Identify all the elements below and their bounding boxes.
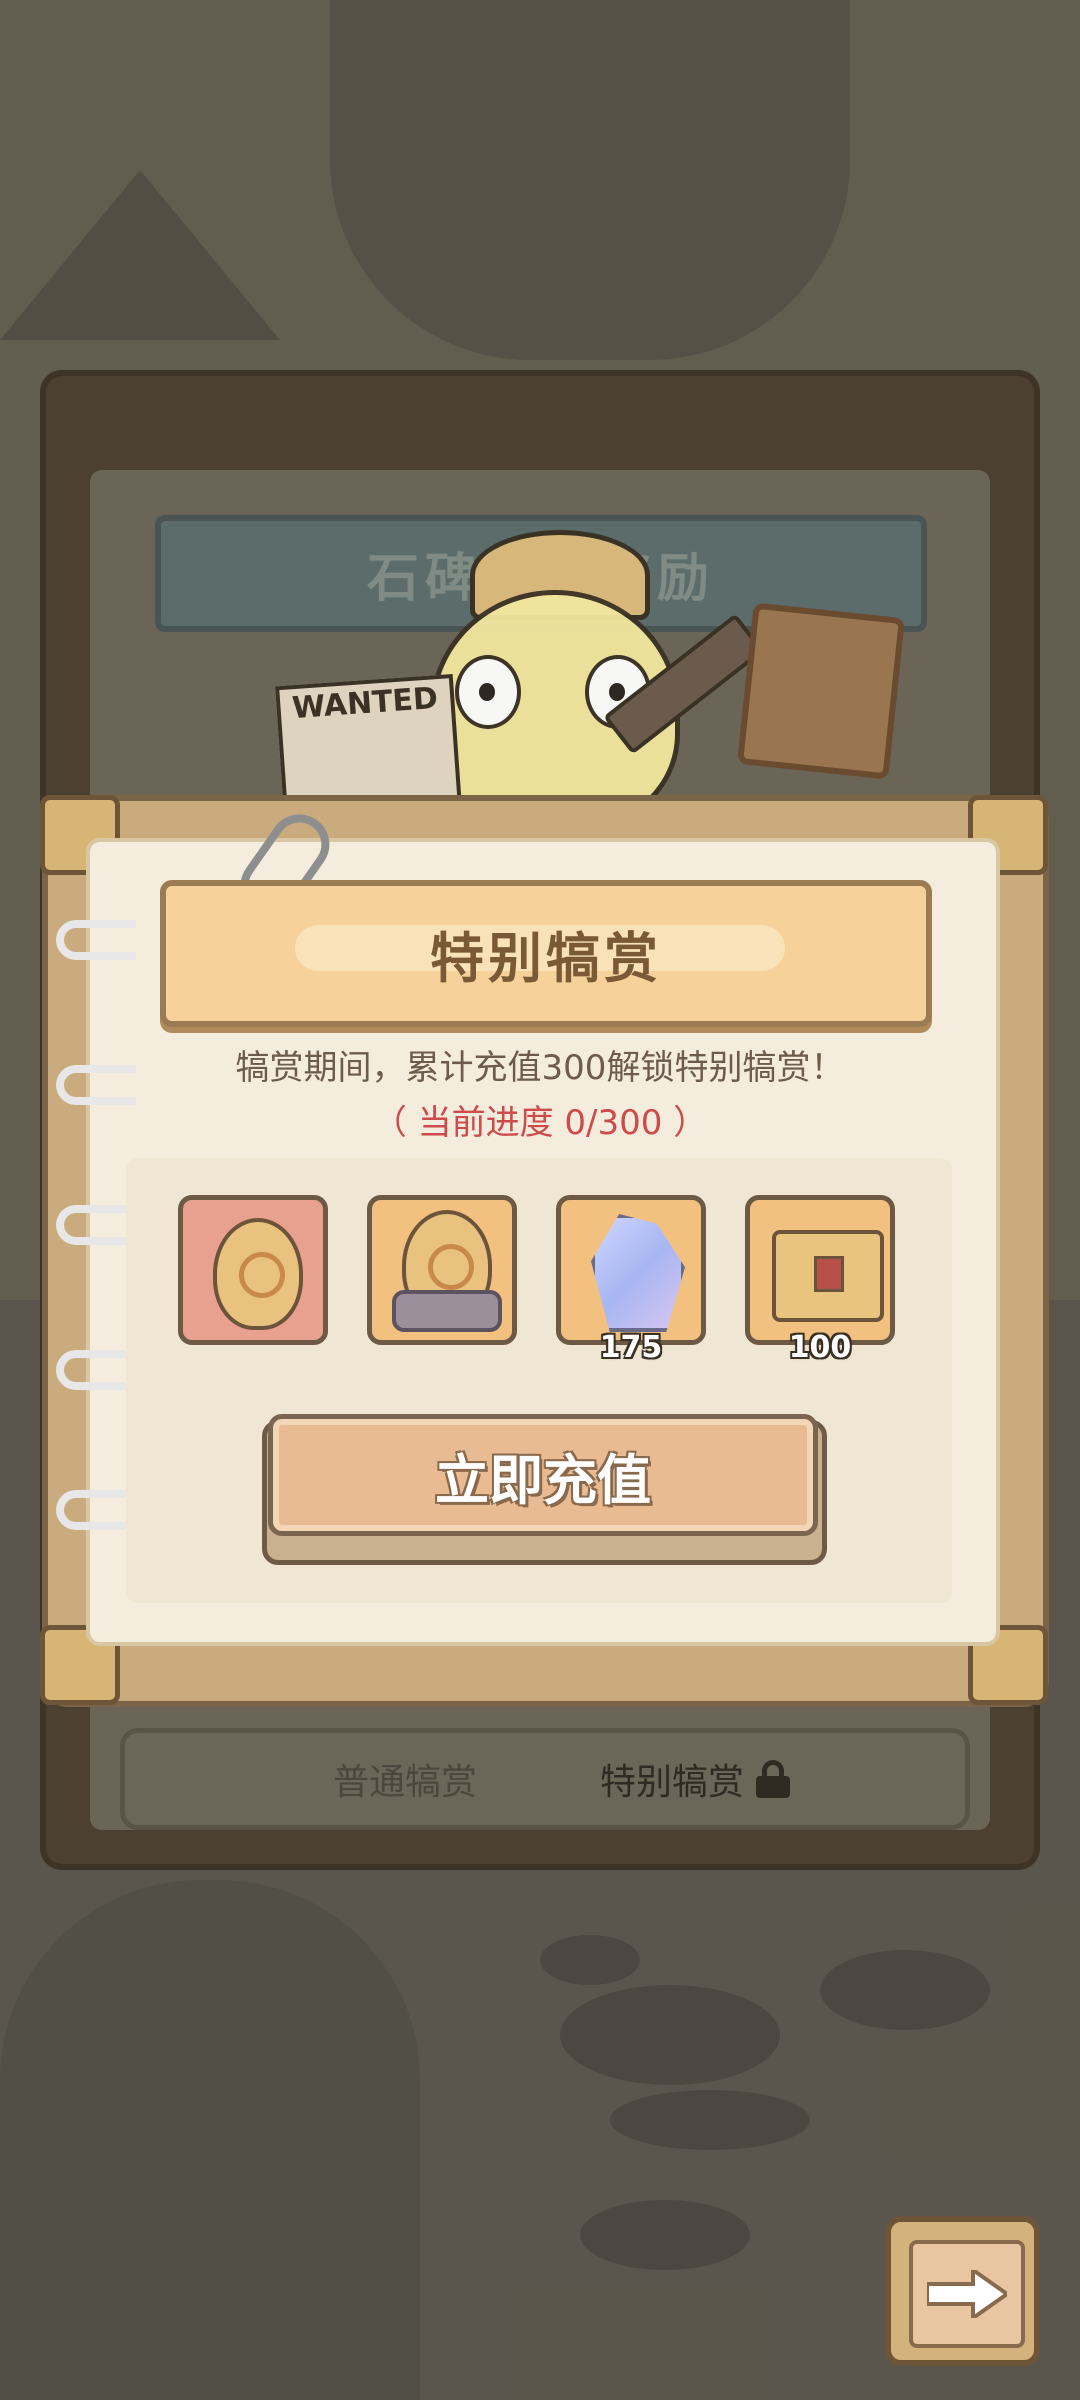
recharge-now-button[interactable]: 立即充值 <box>268 1414 818 1536</box>
reward-count: 100 <box>788 1330 852 1365</box>
treasure-chest-icon <box>772 1230 884 1322</box>
ring-icon <box>56 1490 136 1530</box>
modal-title: 特别犒赏 <box>430 927 662 990</box>
eye-icon <box>455 655 521 729</box>
next-button-face <box>909 2240 1025 2348</box>
tab-special-label: 特别犒赏 <box>599 1762 744 1803</box>
reward-slot[interactable] <box>745 1195 895 1345</box>
golden-egg-icon <box>213 1218 303 1330</box>
ring-icon <box>56 1350 136 1390</box>
reward-slot[interactable] <box>178 1195 328 1345</box>
tab-special-reward[interactable]: 特别犒赏 <box>545 1733 845 1825</box>
ring-icon <box>56 920 136 960</box>
reward-slot[interactable] <box>556 1195 706 1345</box>
reward-tabs: 普通犒赏 特别犒赏 <box>120 1728 970 1830</box>
crystal-icon <box>591 1214 685 1332</box>
map-frame-icon <box>736 602 906 780</box>
reward-description: 犒赏期间，累计充值300解锁特别犒赏！ <box>235 1048 845 1088</box>
lock-icon <box>756 1760 790 1798</box>
reward-count: 175 <box>599 1330 663 1365</box>
progress-text: （ 当前进度 0/300 ） <box>372 1103 708 1143</box>
arrow-right-icon <box>927 2270 1007 2318</box>
next-button[interactable] <box>885 2216 1040 2366</box>
reward-slot[interactable] <box>367 1195 517 1345</box>
ring-icon <box>56 1205 136 1245</box>
tab-normal-label: 普通犒赏 <box>332 1762 477 1803</box>
tab-normal-reward[interactable]: 普通犒赏 <box>275 1733 535 1825</box>
egg-stand-icon <box>392 1290 502 1332</box>
